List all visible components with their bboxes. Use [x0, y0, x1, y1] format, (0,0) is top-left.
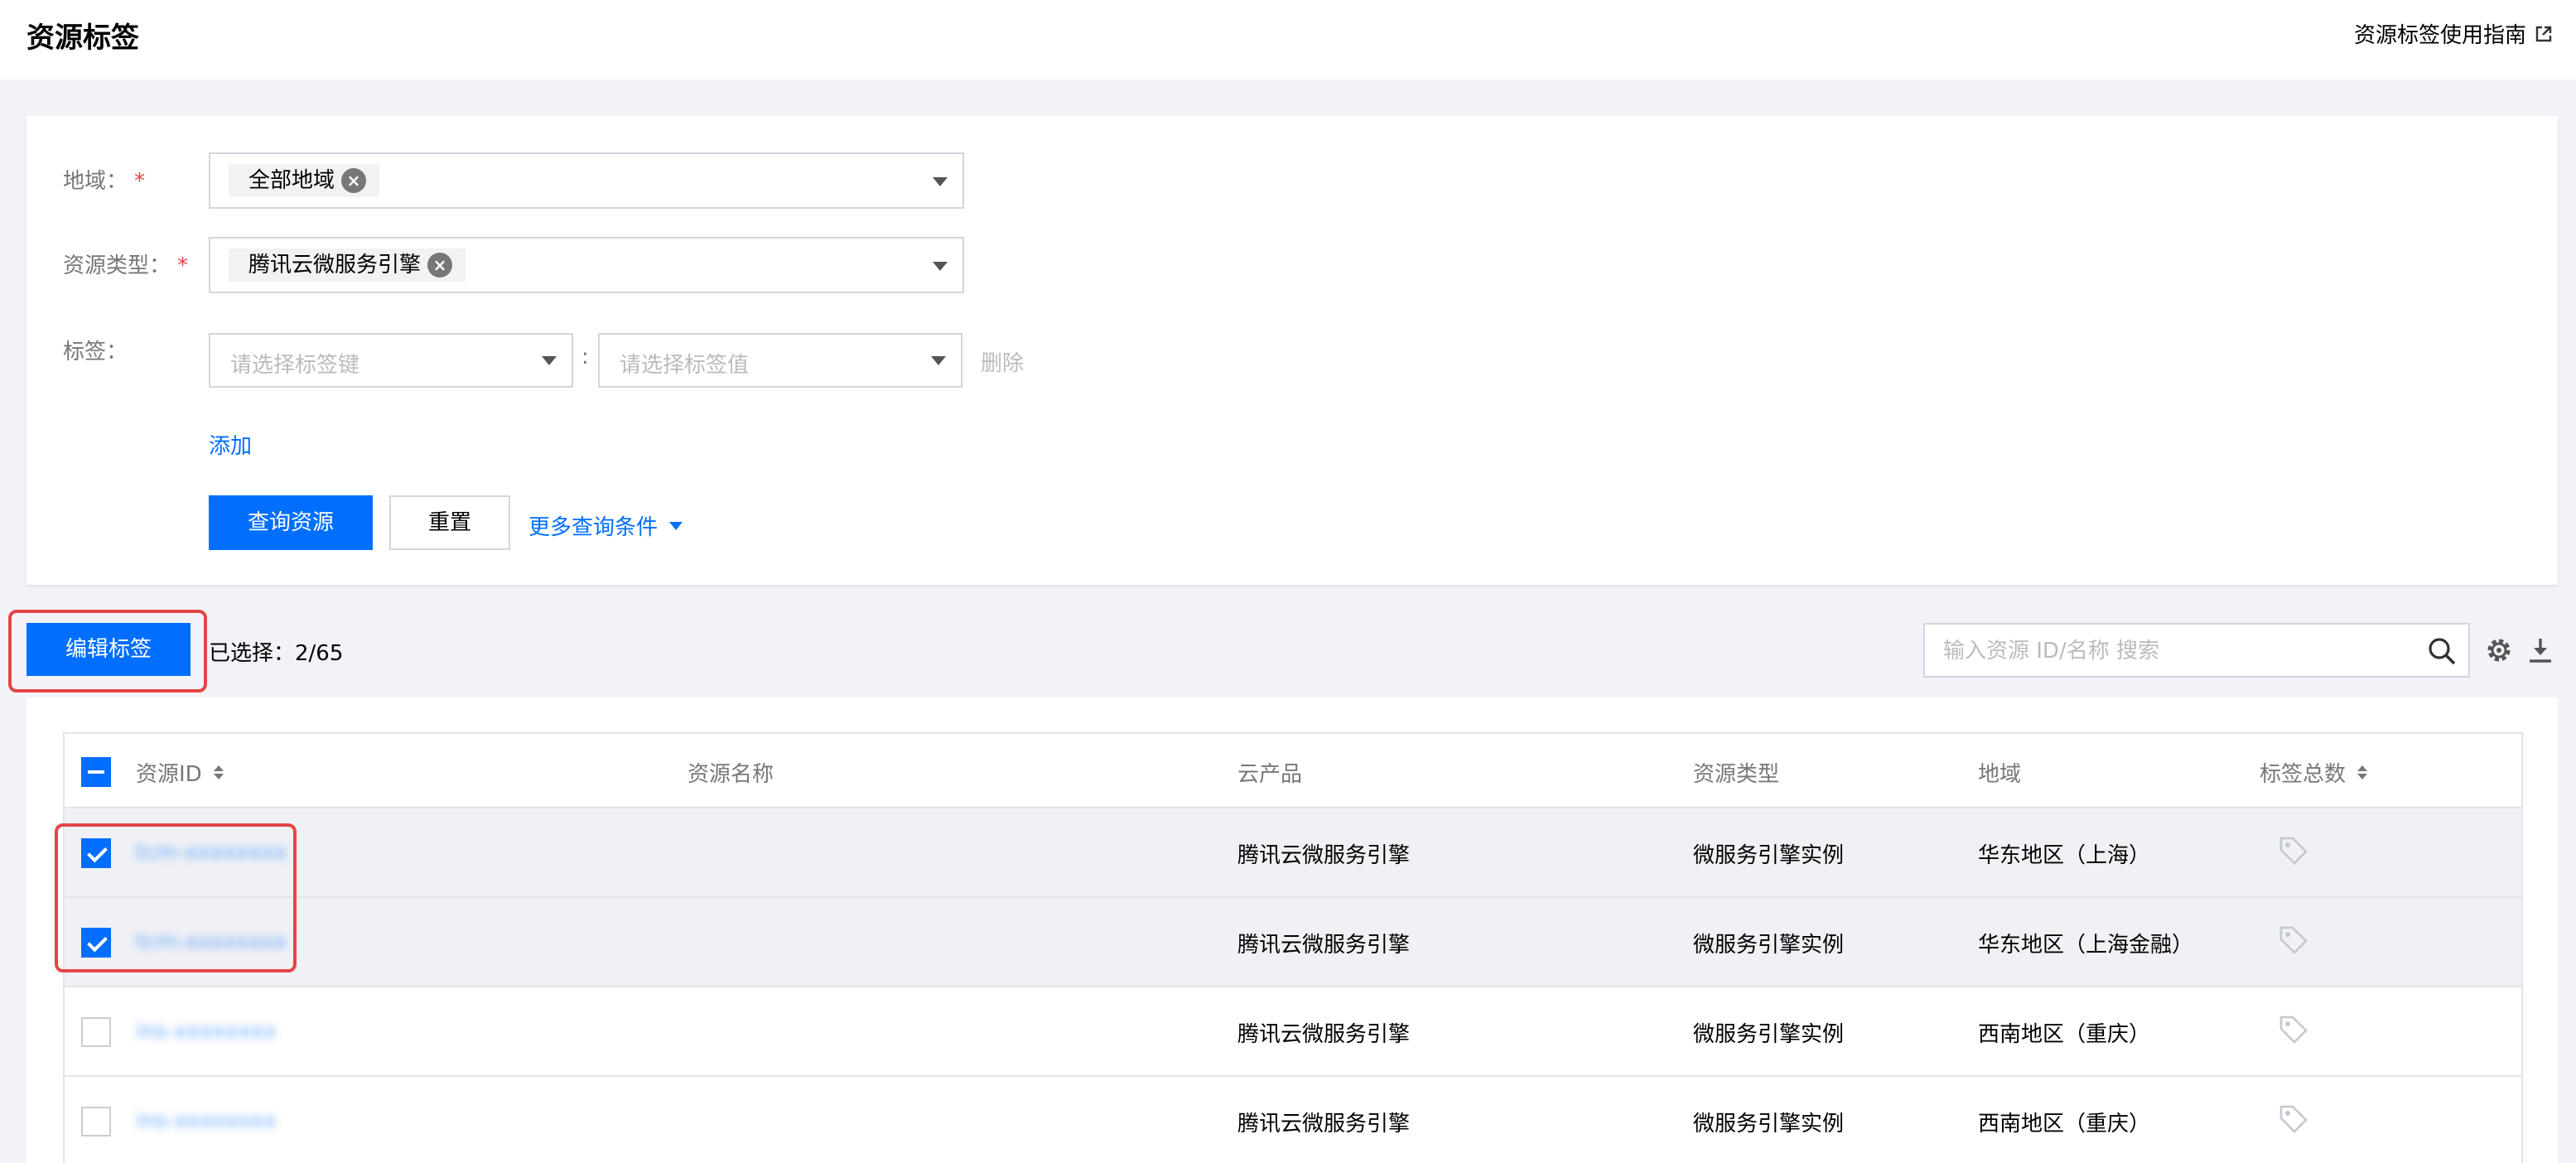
column-header-tag-count[interactable]: 标签总数 [2260, 757, 2368, 788]
delete-tag-link[interactable]: 删除 [981, 346, 1024, 377]
top-bar: 资源标签 资源标签使用指南 [0, 0, 2576, 80]
tag-key-placeholder: 请选择标签键 [230, 353, 360, 378]
product-cell: 腾讯云微服务引擎 [1237, 1022, 1411, 1047]
resource-table: 资源ID 资源名称 云产品 资源类型 地域 标签总数 tcm-xxxxxxxx … [63, 732, 2523, 1163]
tag-icon[interactable] [2278, 924, 2309, 956]
column-header-region: 地域 [1978, 762, 2022, 787]
add-tag-link[interactable]: 添加 [209, 429, 252, 460]
resource-id-link[interactable]: ins-xxxxxxxx [136, 1019, 277, 1044]
region-cell: 西南地区（重庆） [1978, 1022, 2151, 1047]
selected-count: 已选择：2/65 [209, 641, 344, 666]
remove-tag-icon[interactable]: × [427, 253, 453, 277]
remove-tag-icon[interactable]: × [341, 168, 367, 193]
column-header-resource-type: 资源类型 [1693, 762, 1780, 787]
resource-type-select[interactable]: 腾讯云微服务引擎 × [209, 237, 964, 293]
page-title: 资源标签 [27, 22, 139, 55]
tag-icon[interactable] [2278, 1014, 2309, 1045]
region-cell: 华东地区（上海） [1978, 843, 2151, 868]
chevron-down-icon [933, 262, 948, 271]
product-cell: 腾讯云微服务引擎 [1237, 843, 1411, 868]
region-tag: 全部地域 × [229, 164, 380, 197]
select-all-checkbox[interactable] [81, 757, 111, 787]
table-header: 资源ID 资源名称 云产品 资源类型 地域 标签总数 [65, 734, 2521, 808]
more-conditions-link[interactable]: 更多查询条件 [528, 510, 683, 541]
guide-link-label: 资源标签使用指南 [2353, 23, 2526, 48]
tag-icon[interactable] [2278, 835, 2309, 866]
region-cell: 西南地区（重庆） [1978, 1112, 2151, 1136]
resource-type-cell: 微服务引擎实例 [1693, 1112, 1845, 1136]
row-checkbox[interactable] [81, 1017, 111, 1047]
chevron-down-icon [542, 356, 557, 365]
chevron-down-icon [931, 356, 946, 365]
row-checkbox[interactable] [81, 1107, 111, 1136]
chevron-down-icon [933, 177, 948, 186]
region-label: 地域： * [63, 169, 146, 194]
tag-value-placeholder: 请选择标签值 [620, 353, 750, 378]
search-icon[interactable] [2427, 636, 2457, 666]
resource-type-tag-label: 腾讯云微服务引擎 [248, 253, 422, 277]
sort-icon [2357, 765, 2368, 779]
search-input[interactable] [1943, 636, 2407, 666]
tags-label: 标签： [63, 340, 128, 364]
query-button[interactable]: 查询资源 [209, 495, 373, 550]
download-icon[interactable] [2526, 636, 2554, 664]
gear-icon[interactable] [2485, 636, 2513, 664]
filter-panel: 地域： * 全部地域 × 资源类型： * 腾讯云微服务引擎 × 标签： 请选择标签键… [27, 116, 2558, 585]
more-conditions-label: 更多查询条件 [528, 515, 658, 540]
resource-type-label: 资源类型： * [63, 253, 189, 278]
product-cell: 腾讯云微服务引擎 [1237, 1112, 1411, 1136]
guide-link[interactable]: 资源标签使用指南 [2354, 18, 2553, 49]
table-row[interactable]: ins-xxxxxxxx 腾讯云微服务引擎 微服务引擎实例 西南地区（重庆） [65, 987, 2521, 1077]
reset-button[interactable]: 重置 [389, 495, 510, 550]
column-header-resource-name: 资源名称 [687, 762, 774, 787]
caret-down-icon [669, 521, 683, 530]
resource-type-cell: 微服务引擎实例 [1693, 933, 1845, 958]
selected-rows-highlight [55, 823, 297, 972]
region-cell: 华东地区（上海金融） [1978, 933, 2194, 958]
table-row[interactable]: ins-xxxxxxxx 腾讯云微服务引擎 微服务引擎实例 西南地区（重庆） [65, 1077, 2521, 1163]
tag-separator: : [581, 345, 589, 369]
external-link-icon [2535, 26, 2552, 41]
product-cell: 腾讯云微服务引擎 [1237, 933, 1411, 958]
resource-type-cell: 微服务引擎实例 [1693, 843, 1845, 868]
resource-type-tag: 腾讯云微服务引擎 × [229, 249, 466, 282]
column-header-product: 云产品 [1237, 762, 1303, 787]
sort-icon [213, 765, 224, 779]
region-tag-label: 全部地域 [248, 168, 335, 193]
column-header-resource-id[interactable]: 资源ID [136, 757, 224, 788]
table-row[interactable]: tcm-xxxxxxxx 腾讯云微服务引擎 微服务引擎实例 华东地区（上海） [65, 808, 2521, 898]
table-row[interactable]: tcm-xxxxxxxx 腾讯云微服务引擎 微服务引擎实例 华东地区（上海金融） [65, 898, 2521, 987]
edit-tags-button[interactable]: 编辑标签 [27, 623, 191, 676]
resource-id-link[interactable]: ins-xxxxxxxx [136, 1108, 277, 1133]
tag-icon[interactable] [2278, 1103, 2309, 1135]
tag-value-select[interactable]: 请选择标签值 [598, 333, 962, 388]
search-box [1923, 623, 2470, 678]
tag-key-select[interactable]: 请选择标签键 [209, 333, 573, 388]
region-select[interactable]: 全部地域 × [209, 152, 964, 209]
resource-table-panel: 资源ID 资源名称 云产品 资源类型 地域 标签总数 tcm-xxxxxxxx … [27, 697, 2558, 1163]
resource-type-cell: 微服务引擎实例 [1693, 1022, 1845, 1047]
